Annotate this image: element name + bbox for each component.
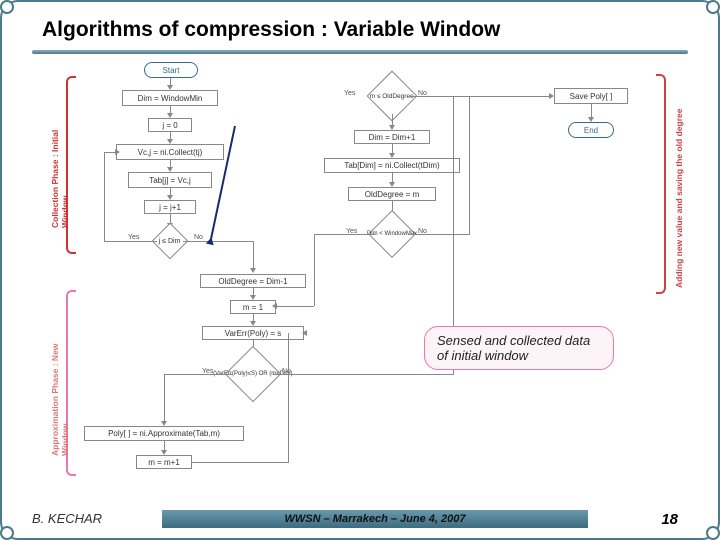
node-jpp: j = j+1 <box>144 200 196 214</box>
node-vcj: Vc,j = ni.Collect(tj) <box>116 144 224 160</box>
arrow <box>469 96 470 235</box>
flowchart: Collection Phase : Initial Window Approx… <box>44 58 680 494</box>
bracket-adding <box>656 74 666 294</box>
arrow <box>104 241 157 242</box>
footer: B. KECHAR WWSN – Marrakech – June 4, 200… <box>32 504 688 528</box>
node-end: End <box>568 122 614 138</box>
arrow-head <box>250 268 256 273</box>
arrow <box>183 241 253 242</box>
arrow <box>591 104 592 118</box>
label-adding-value: Adding new value and saving the old degr… <box>674 88 684 288</box>
decision-text: j ≤ Dim <box>159 237 181 244</box>
footer-venue: WWSN – Marrakech – June 4, 2007 <box>162 510 588 528</box>
arrow <box>273 374 453 375</box>
footer-author: B. KECHAR <box>32 511 102 526</box>
page-title: Algorithms of compression : Variable Win… <box>42 18 500 42</box>
arrow <box>164 374 165 422</box>
node-m1: m = 1 <box>230 300 276 314</box>
arrow <box>314 234 375 235</box>
arrow <box>253 241 254 269</box>
node-j0: j = 0 <box>148 118 192 132</box>
slide-frame: Algorithms of compression : Variable Win… <box>0 0 720 540</box>
label-approx-phase: Approximation Phase : New Window <box>50 316 70 456</box>
title-underline <box>32 50 688 54</box>
branch-yes: Yes <box>344 90 355 97</box>
arrow <box>409 234 469 235</box>
label-collection-phase: Collection Phase : Initial Window <box>50 108 70 228</box>
callout-sensed-data: Sensed and collected data of initial win… <box>424 326 614 370</box>
node-dim-init: Dim = WindowMin <box>122 90 218 106</box>
node-approx: Poly[ ] = ni.Approximate(Tab,m) <box>84 426 244 441</box>
node-start: Start <box>144 62 198 78</box>
node-mpp: m = m+1 <box>136 455 192 469</box>
title-bar: Algorithms of compression : Variable Win… <box>42 12 678 48</box>
arrow-head <box>272 303 277 309</box>
arrow <box>104 152 105 242</box>
arrow <box>164 374 233 375</box>
node-dimpp: Dim = Dim+1 <box>354 130 430 144</box>
arrow <box>314 234 315 306</box>
corner-decor <box>0 526 14 540</box>
node-tabj: Tab[j] = Vc,j <box>128 172 212 188</box>
arrow-head <box>302 330 307 336</box>
arrow <box>410 96 550 97</box>
arrow <box>276 306 314 307</box>
arrow-head <box>115 149 120 155</box>
node-tabdim: Tab[Dim] = ni.Collect(tDim) <box>324 158 460 173</box>
corner-decor <box>706 526 720 540</box>
node-oldm: OldDegree = m <box>348 187 436 201</box>
node-olddegree: OldDegree = Dim-1 <box>200 274 306 288</box>
decision-text: m ≤ OldDegree <box>370 93 414 100</box>
branch-yes: Yes <box>128 234 139 241</box>
arrow <box>288 333 289 463</box>
footer-page: 18 <box>661 511 678 528</box>
node-save: Save Poly[ ] <box>554 88 628 104</box>
corner-decor <box>0 0 14 14</box>
corner-decor <box>706 0 720 14</box>
branch-no: No <box>194 234 203 241</box>
arrow <box>192 462 288 463</box>
